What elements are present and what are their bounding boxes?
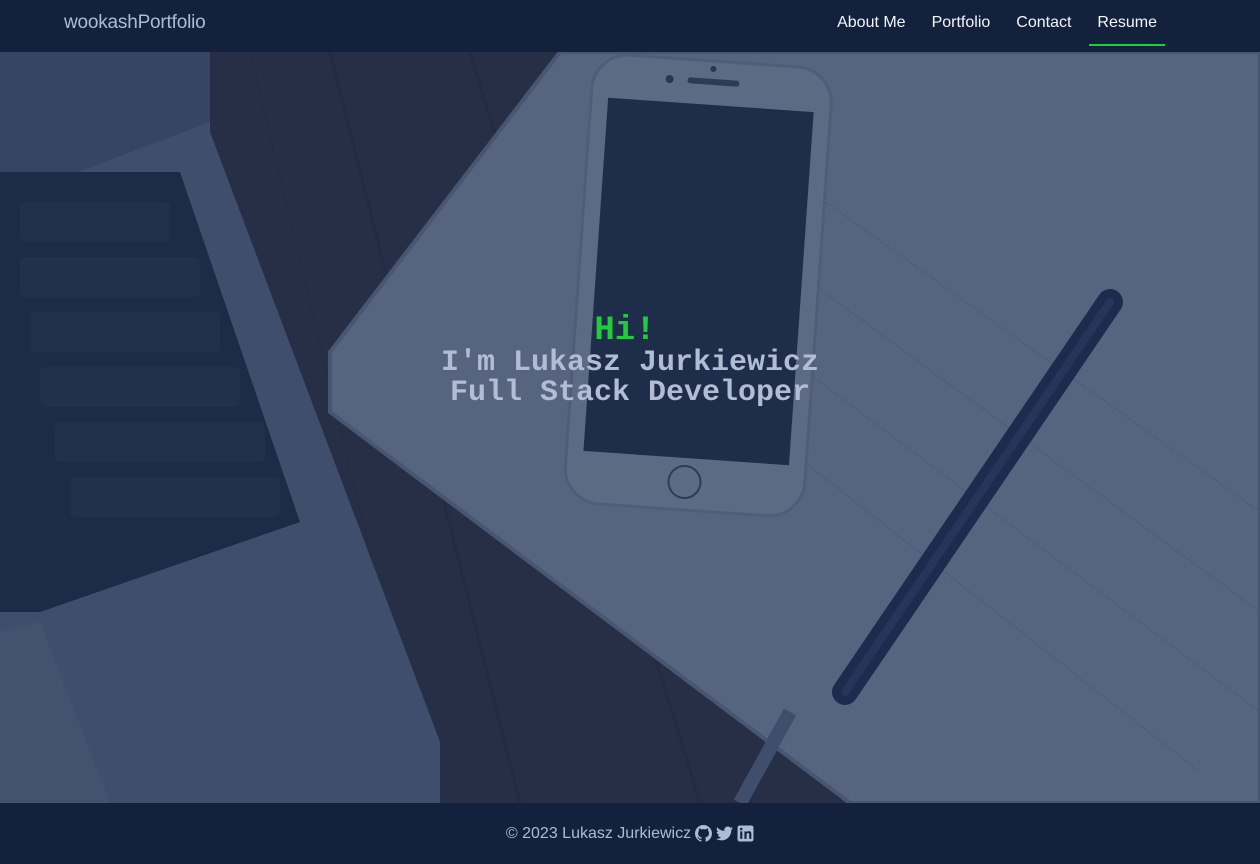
- hero-greeting: Hi!: [594, 312, 656, 350]
- footer: © 2023 Lukasz Jurkiewicz: [0, 803, 1260, 864]
- nav-links: About Me Portfolio Contact Resume: [824, 0, 1170, 52]
- nav-link-portfolio[interactable]: Portfolio: [924, 0, 999, 46]
- nav-link-contact[interactable]: Contact: [1008, 0, 1079, 46]
- brand-logo-link[interactable]: wookashPortfolio: [64, 12, 206, 34]
- nav-link-about-me[interactable]: About Me: [829, 0, 913, 46]
- linkedin-icon[interactable]: [737, 825, 754, 842]
- twitter-icon[interactable]: [716, 825, 734, 842]
- hero-section: Hi! I'm Lukasz Jurkiewicz Full Stack Dev…: [0, 52, 1260, 803]
- github-icon[interactable]: [695, 825, 713, 842]
- hero-name: I'm Lukasz Jurkiewicz: [440, 346, 820, 380]
- navbar: wookashPortfolio About Me Portfolio Cont…: [0, 0, 1260, 52]
- nav-link-resume[interactable]: Resume: [1089, 0, 1165, 46]
- hero-overlay: [0, 52, 1260, 803]
- hero-text: Hi! I'm Lukasz Jurkiewicz Full Stack Dev…: [0, 314, 1260, 408]
- hero-role: Full Stack Developer: [449, 376, 811, 410]
- footer-copyright: © 2023 Lukasz Jurkiewicz: [505, 824, 692, 842]
